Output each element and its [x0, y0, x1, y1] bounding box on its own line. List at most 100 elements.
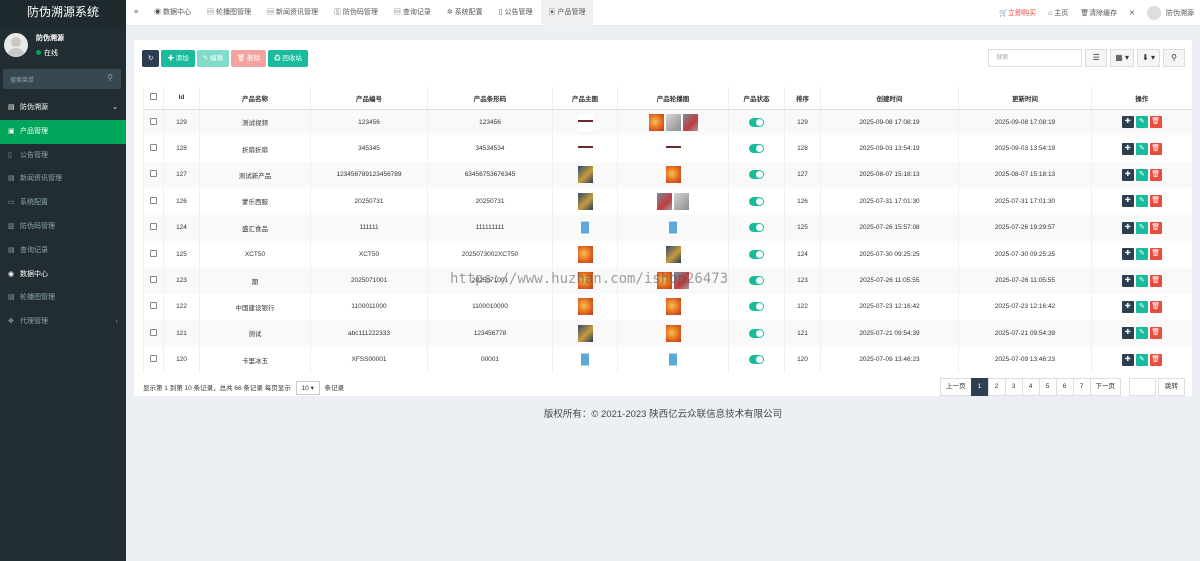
edit-row-button[interactable]: ✎ [1135, 116, 1148, 129]
user-menu[interactable]: 防伪溯源 [1141, 6, 1200, 20]
row-checkbox[interactable] [150, 170, 157, 178]
select-all-checkbox[interactable] [150, 93, 157, 101]
menu-toggle-icon[interactable]: ≡ [126, 0, 146, 26]
carousel-image-thumbnail[interactable] [669, 351, 677, 369]
drag-sort-button[interactable]: ✚ [1121, 195, 1134, 208]
sidebar-item-product-manage[interactable]: ▣ 产品管理 [0, 119, 126, 144]
edit-row-button[interactable]: ✎ [1135, 142, 1148, 155]
page-7-button[interactable]: 7 [1072, 378, 1091, 396]
edit-row-button[interactable]: ✎ [1135, 195, 1148, 208]
status-toggle[interactable] [749, 170, 764, 180]
home-link[interactable]: ⌂ 主页 [1042, 8, 1074, 18]
drag-sort-button[interactable]: ✚ [1121, 221, 1134, 234]
page-4-button[interactable]: 4 [1021, 378, 1040, 396]
page-6-button[interactable]: 6 [1055, 378, 1074, 396]
edit-row-button[interactable]: ✎ [1135, 248, 1148, 261]
delete-row-button[interactable]: 🗑 [1149, 353, 1162, 366]
delete-row-button[interactable]: 🗑 [1149, 300, 1162, 313]
buy-now-link[interactable]: 🛒立即购买 [993, 8, 1042, 18]
product-image-thumbnail[interactable] [577, 113, 593, 131]
tab-carousel[interactable]: ▤ 轮播图管理 [199, 0, 259, 26]
edit-row-button[interactable]: ✎ [1135, 168, 1148, 181]
row-checkbox[interactable] [150, 223, 157, 231]
carousel-image-thumbnail[interactable] [657, 192, 672, 210]
carousel-image-thumbnail[interactable] [665, 166, 681, 184]
toggle-view-button[interactable]: ☰ [1085, 49, 1108, 67]
delete-row-button[interactable]: 🗑 [1149, 142, 1162, 155]
delete-row-button[interactable]: 🗑 [1149, 221, 1162, 234]
drag-sort-button[interactable]: ✚ [1121, 274, 1134, 287]
add-button[interactable]: ✚ 添加 [161, 50, 195, 67]
delete-button[interactable]: 🗑 删除 [231, 50, 267, 67]
refresh-button[interactable]: ↻ [142, 50, 160, 67]
fullscreen-icon[interactable]: ✕ [1123, 9, 1141, 17]
delete-row-button[interactable]: 🗑 [1149, 195, 1162, 208]
tab-news[interactable]: ▤ 新闻资讯管理 [259, 0, 326, 26]
tab-notice[interactable]: ▯ 公告管理 [491, 0, 541, 26]
sidebar-item-system-config[interactable]: ▭ 系统配置 [0, 191, 126, 215]
row-checkbox[interactable] [150, 276, 157, 284]
edit-row-button[interactable]: ✎ [1135, 221, 1148, 234]
drag-sort-button[interactable]: ✚ [1121, 327, 1134, 340]
product-image-thumbnail[interactable] [581, 219, 589, 237]
edit-row-button[interactable]: ✎ [1135, 274, 1148, 287]
row-checkbox[interactable] [150, 302, 157, 310]
product-image-thumbnail[interactable] [577, 192, 593, 210]
page-jump-button[interactable]: 跳转 [1158, 378, 1185, 396]
export-dropdown-button[interactable]: ⬇ ▾ [1137, 49, 1160, 67]
carousel-image-thumbnail[interactable] [674, 192, 689, 210]
app-logo[interactable]: 防伪溯源系统 [0, 0, 126, 26]
clear-cache-link[interactable]: 🗑清除缓存 [1074, 8, 1123, 18]
row-checkbox[interactable] [150, 328, 157, 336]
status-toggle[interactable] [749, 328, 764, 338]
page-size-select[interactable]: 10 ▾ [295, 381, 320, 395]
search-icon[interactable]: ⚲ [107, 73, 113, 82]
table-search-input[interactable]: 搜索 [988, 49, 1083, 67]
status-toggle[interactable] [749, 144, 764, 154]
product-image-thumbnail[interactable] [577, 140, 593, 158]
delete-row-button[interactable]: 🗑 [1149, 274, 1162, 287]
status-toggle[interactable] [749, 355, 764, 365]
columns-dropdown-button[interactable]: ▦ ▾ [1110, 49, 1135, 67]
drag-sort-button[interactable]: ✚ [1121, 116, 1134, 129]
page-jump-input[interactable] [1129, 378, 1156, 396]
row-checkbox[interactable] [150, 144, 157, 152]
row-checkbox[interactable] [150, 117, 157, 125]
sidebar-item-carousel-manage[interactable]: ▤ 轮播图管理 [0, 286, 126, 310]
sidebar-item-notice-manage[interactable]: ▯ 公告管理 [0, 144, 126, 168]
product-image-thumbnail[interactable] [581, 351, 589, 369]
carousel-image-thumbnail[interactable] [669, 219, 677, 237]
recycle-bin-button[interactable]: ♻ 回收站 [268, 50, 308, 67]
sidebar-item-query-log[interactable]: ▤ 查询记录 [0, 239, 126, 263]
tab-data-center[interactable]: ◉ 数据中心 [146, 0, 199, 26]
tab-product[interactable]: ▣ 产品管理 [540, 0, 594, 26]
carousel-image-thumbnail[interactable] [665, 245, 681, 263]
advanced-search-button[interactable]: ⚲ [1163, 49, 1185, 67]
delete-row-button[interactable]: 🗑 [1149, 116, 1162, 129]
status-toggle[interactable] [749, 302, 764, 312]
edit-button[interactable]: ✎ 编辑 [196, 50, 230, 67]
carousel-image-thumbnail[interactable] [665, 298, 681, 316]
edit-row-button[interactable]: ✎ [1135, 300, 1148, 313]
drag-sort-button[interactable]: ✚ [1121, 248, 1134, 261]
sidebar-item-news-manage[interactable]: ▤ 新闻资讯管理 [0, 167, 126, 191]
product-image-thumbnail[interactable] [577, 298, 593, 316]
row-checkbox[interactable] [150, 249, 157, 257]
carousel-image-thumbnail[interactable] [665, 324, 681, 342]
row-checkbox[interactable] [150, 355, 157, 363]
sidebar-item-agent-manage[interactable]: ✥ 代理管理 ‹ [0, 310, 126, 334]
next-page-button[interactable]: 下一页 [1089, 378, 1121, 396]
status-toggle[interactable] [749, 223, 764, 233]
carousel-image-thumbnail[interactable] [665, 113, 681, 131]
product-image-thumbnail[interactable] [577, 166, 593, 184]
product-image-thumbnail[interactable] [577, 245, 593, 263]
status-toggle[interactable] [749, 249, 764, 259]
delete-row-button[interactable]: 🗑 [1149, 168, 1162, 181]
delete-row-button[interactable]: 🗑 [1149, 327, 1162, 340]
status-toggle[interactable] [749, 196, 764, 206]
sidebar-search-input[interactable]: 搜索菜单 ⚲ [3, 69, 121, 89]
edit-row-button[interactable]: ✎ [1135, 327, 1148, 340]
drag-sort-button[interactable]: ✚ [1121, 168, 1134, 181]
status-toggle[interactable] [749, 276, 764, 286]
page-3-button[interactable]: 3 [1004, 378, 1023, 396]
